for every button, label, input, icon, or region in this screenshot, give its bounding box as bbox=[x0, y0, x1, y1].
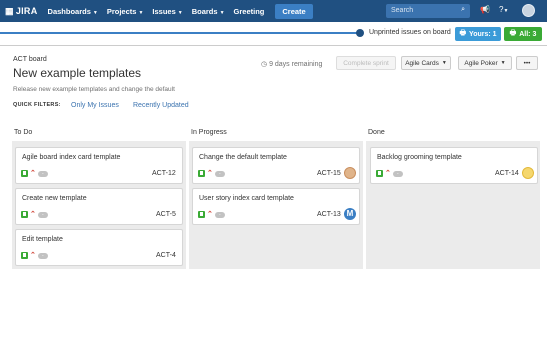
story-icon bbox=[198, 211, 205, 218]
clock-icon: ◷ bbox=[261, 61, 268, 68]
quick-filter-only-my-issues[interactable]: Only My Issues bbox=[71, 102, 119, 109]
search-placeholder: Search bbox=[391, 7, 414, 14]
chevron-down-icon: ▼ bbox=[138, 9, 144, 16]
jira-logo[interactable]: ▦ JIRA bbox=[5, 6, 38, 17]
print-yours-label: Yours: 1 bbox=[469, 30, 497, 38]
nav-greeting[interactable]: Greeting bbox=[234, 7, 265, 16]
agile-cards-dropdown[interactable]: Agile Cards ▼ bbox=[401, 56, 451, 70]
issue-card[interactable]: Edit template ⌃ - ACT-4 bbox=[15, 229, 183, 266]
priority-high-icon: ⌃ bbox=[207, 211, 213, 218]
card-title: User story index card template bbox=[199, 195, 294, 202]
story-icon bbox=[376, 170, 383, 177]
chevron-down-icon: ▼ bbox=[92, 9, 98, 16]
issue-card[interactable]: Backlog grooming template ⌃ - ACT-14 bbox=[370, 147, 538, 184]
card-title: Agile board index card template bbox=[22, 154, 121, 161]
story-icon bbox=[198, 170, 205, 177]
card-meta: ⌃ - bbox=[21, 170, 48, 177]
column-title-todo: To Do bbox=[14, 129, 33, 136]
printer-icon: 🖶 bbox=[459, 29, 467, 37]
nav-boards[interactable]: Boards ▼ bbox=[192, 7, 225, 16]
app-switcher-icon: ▦ bbox=[5, 5, 14, 16]
story-icon bbox=[21, 170, 28, 177]
feedback-icon[interactable]: 📢 bbox=[480, 5, 490, 14]
card-meta: ⌃ - bbox=[198, 170, 225, 177]
agile-poker-label: Agile Poker bbox=[464, 59, 498, 67]
card-meta: ⌃ - bbox=[198, 211, 225, 218]
help-icon[interactable]: ?▼ bbox=[499, 5, 508, 14]
agile-poker-dropdown[interactable]: Agile Poker ▼ bbox=[458, 56, 512, 70]
issue-key[interactable]: ACT-13 bbox=[317, 211, 341, 218]
story-icon bbox=[21, 252, 28, 259]
chevron-down-icon: ▼ bbox=[177, 9, 183, 16]
search-icon: ⌕ bbox=[461, 6, 465, 13]
more-icon: ••• bbox=[523, 59, 531, 67]
assignee-avatar[interactable] bbox=[344, 167, 356, 179]
printer-icon: 🖶 bbox=[509, 29, 517, 37]
nav-projects[interactable]: Projects ▼ bbox=[107, 7, 144, 16]
print-all-label: All: 3 bbox=[519, 30, 537, 38]
more-actions-button[interactable]: ••• bbox=[516, 56, 538, 70]
nav-issues[interactable]: Issues ▼ bbox=[152, 7, 182, 16]
nav-dashboards[interactable]: Dashboards ▼ bbox=[48, 7, 98, 16]
estimate-badge: - bbox=[392, 170, 403, 177]
issue-key[interactable]: ACT-12 bbox=[152, 170, 176, 177]
unprinted-notice: Unprinted issues on board bbox=[369, 29, 451, 36]
column-title-in-progress: In Progress bbox=[191, 129, 227, 136]
issue-key[interactable]: ACT-14 bbox=[495, 170, 519, 177]
card-title: Edit template bbox=[22, 236, 63, 243]
card-title: Backlog grooming template bbox=[377, 154, 462, 161]
issue-key[interactable]: ACT-15 bbox=[317, 170, 341, 177]
chevron-down-icon: ▼ bbox=[219, 9, 225, 16]
days-remaining: ◷ 9 days remaining bbox=[261, 60, 322, 68]
header-divider bbox=[0, 45, 547, 46]
priority-high-icon: ⌃ bbox=[207, 170, 213, 177]
chevron-down-icon: ▼ bbox=[441, 60, 447, 66]
nav-projects-label: Projects bbox=[106, 6, 137, 16]
user-avatar[interactable] bbox=[522, 4, 535, 17]
assignee-avatar[interactable] bbox=[522, 167, 534, 179]
quick-filters-label: QUICK FILTERS: bbox=[13, 102, 61, 108]
quick-filter-recently-updated[interactable]: Recently Updated bbox=[133, 102, 189, 109]
priority-high-icon: ⌃ bbox=[30, 211, 36, 218]
priority-high-icon: ⌃ bbox=[30, 170, 36, 177]
assignee-avatar[interactable]: M bbox=[344, 208, 356, 220]
estimate-badge: - bbox=[214, 170, 225, 177]
nav-boards-label: Boards bbox=[191, 6, 218, 16]
search-input[interactable]: Search ⌕ bbox=[386, 4, 470, 18]
agile-cards-label: Agile Cards bbox=[405, 59, 439, 67]
estimate-badge: - bbox=[37, 211, 48, 218]
card-title: Create new template bbox=[22, 195, 87, 202]
create-button[interactable]: Create bbox=[275, 3, 313, 19]
chevron-down-icon: ▼ bbox=[500, 60, 506, 66]
card-meta: ⌃ - bbox=[21, 252, 48, 259]
issue-card[interactable]: User story index card template ⌃ - ACT-1… bbox=[192, 188, 360, 225]
issue-card[interactable]: Create new template ⌃ - ACT-5 bbox=[15, 188, 183, 225]
estimate-badge: - bbox=[37, 252, 48, 259]
story-icon bbox=[21, 211, 28, 218]
page-title: New example templates bbox=[13, 66, 142, 80]
issue-card[interactable]: Agile board index card template ⌃ - ACT-… bbox=[15, 147, 183, 184]
priority-high-icon: ⌃ bbox=[385, 170, 391, 177]
nav-dashboards-label: Dashboards bbox=[47, 6, 91, 16]
print-all-button[interactable]: 🖶 All: 3 bbox=[504, 27, 542, 41]
card-title: Change the default template bbox=[199, 154, 287, 161]
column-title-done: Done bbox=[368, 129, 385, 136]
print-progress-line bbox=[0, 32, 360, 34]
days-remaining-label: 9 days remaining bbox=[269, 61, 323, 68]
card-meta: ⌃ - bbox=[21, 211, 48, 218]
issue-key[interactable]: ACT-4 bbox=[156, 252, 176, 259]
estimate-badge: - bbox=[37, 170, 48, 177]
sprint-goal: Release new example templates and change… bbox=[13, 86, 175, 93]
card-meta: ⌃ - bbox=[376, 170, 403, 177]
print-progress-dot bbox=[356, 29, 364, 37]
estimate-badge: - bbox=[214, 211, 225, 218]
print-yours-button[interactable]: 🖶 Yours: 1 bbox=[455, 27, 501, 41]
issue-key[interactable]: ACT-5 bbox=[156, 211, 176, 218]
complete-sprint-button[interactable]: Complete sprint bbox=[336, 56, 396, 70]
priority-high-icon: ⌃ bbox=[30, 252, 36, 259]
issue-card[interactable]: Change the default template ⌃ - ACT-15 bbox=[192, 147, 360, 184]
logo-text: JIRA bbox=[15, 6, 38, 16]
board-label: ACT board bbox=[13, 56, 47, 63]
nav-issues-label: Issues bbox=[152, 6, 176, 16]
